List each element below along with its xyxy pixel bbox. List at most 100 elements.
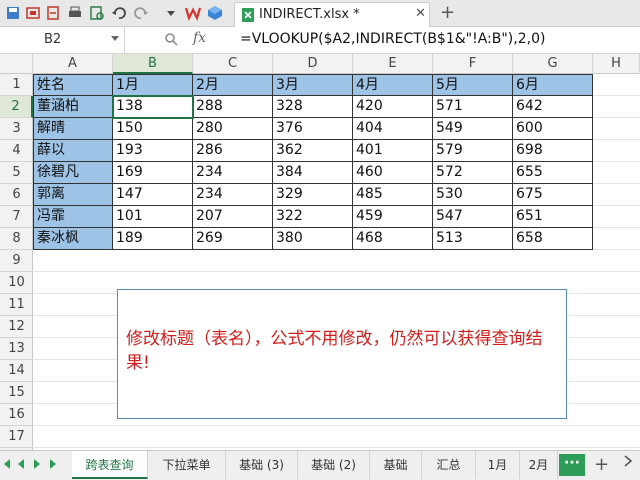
sheet-tab-basic-2[interactable]: 基础 (2) (298, 451, 370, 479)
column-header-h[interactable]: H (593, 54, 640, 74)
table-header-cell[interactable]: 3月 (273, 74, 353, 96)
row-header-2[interactable]: 2 (0, 96, 33, 118)
name-cell[interactable]: 郭离 (33, 184, 113, 206)
column-header-d[interactable]: D (273, 54, 353, 74)
table-header-cell[interactable]: 6月 (513, 74, 593, 96)
name-box[interactable]: B2 (0, 27, 125, 53)
column-header-b[interactable]: B (113, 54, 193, 74)
data-cell[interactable]: 380 (273, 228, 353, 250)
data-cell[interactable]: 468 (353, 228, 433, 250)
row-header-17[interactable]: 17 (0, 426, 33, 448)
column-header-a[interactable]: A (33, 54, 113, 74)
chevron-down-icon[interactable] (111, 36, 119, 41)
data-cell[interactable]: 530 (433, 184, 513, 206)
data-cell[interactable]: 420 (353, 96, 433, 118)
data-cell[interactable]: 513 (433, 228, 513, 250)
row-header-8[interactable]: 8 (0, 228, 33, 250)
sheet-tab-dropdown-menu[interactable]: 下拉菜单 (148, 451, 226, 479)
select-all-corner[interactable] (0, 54, 33, 74)
data-cell[interactable]: 286 (193, 140, 273, 162)
sheet-tab-basic[interactable]: 基础 (370, 451, 422, 479)
data-cell[interactable]: 655 (513, 162, 593, 184)
row-header-14[interactable]: 14 (0, 360, 33, 382)
data-cell[interactable]: 147 (113, 184, 193, 206)
data-cell[interactable]: 322 (273, 206, 353, 228)
data-cell[interactable]: 269 (193, 228, 273, 250)
column-header-f[interactable]: F (433, 54, 513, 74)
first-sheet-icon[interactable] (4, 459, 10, 469)
name-cell[interactable]: 徐碧凡 (33, 162, 113, 184)
row-header-11[interactable]: 11 (0, 294, 33, 316)
row-header-9[interactable]: 9 (0, 250, 33, 272)
fx-icon[interactable]: fx (193, 30, 206, 46)
data-cell[interactable]: 401 (353, 140, 433, 162)
data-cell[interactable]: 459 (353, 206, 433, 228)
preview-icon[interactable] (89, 5, 105, 21)
row-header-15[interactable]: 15 (0, 382, 33, 404)
sheet-tab-jan[interactable]: 1月 (476, 451, 520, 479)
data-cell[interactable]: 658 (513, 228, 593, 250)
table-header-cell[interactable]: 4月 (353, 74, 433, 96)
data-cell[interactable]: 571 (433, 96, 513, 118)
row-header-3[interactable]: 3 (0, 118, 33, 140)
new-tab-button[interactable]: + (440, 2, 455, 23)
close-icon[interactable]: ✕ (415, 6, 426, 21)
row-header-6[interactable]: 6 (0, 184, 33, 206)
data-cell[interactable]: 189 (113, 228, 193, 250)
next-sheet-icon[interactable] (34, 459, 40, 469)
sheet-tab-cross-lookup[interactable]: 跨表查询 (72, 451, 148, 479)
row-header-7[interactable]: 7 (0, 206, 33, 228)
row-header-1[interactable]: 1 (0, 74, 33, 96)
data-cell[interactable]: 280 (193, 118, 273, 140)
data-cell[interactable]: 600 (513, 118, 593, 140)
data-cell[interactable]: 572 (433, 162, 513, 184)
data-cell[interactable]: 485 (353, 184, 433, 206)
data-cell[interactable]: 150 (113, 118, 193, 140)
name-cell[interactable]: 解晴 (33, 118, 113, 140)
more-sheets-button[interactable]: ··· (559, 454, 585, 476)
row-header-16[interactable]: 16 (0, 404, 33, 426)
name-cell[interactable]: 冯霏 (33, 206, 113, 228)
column-header-g[interactable]: G (513, 54, 593, 74)
data-cell[interactable]: 207 (193, 206, 273, 228)
name-cell[interactable]: 薛以 (33, 140, 113, 162)
table-header-cell[interactable]: 姓名 (33, 74, 113, 96)
column-header-e[interactable]: E (353, 54, 433, 74)
prev-sheet-icon[interactable] (18, 459, 24, 469)
tab-document[interactable]: INDIRECT.xlsx * ✕ (234, 2, 430, 27)
annotation-textbox[interactable]: 修改标题（表名），公式不用修改，仍然可以获得查询结果! (117, 289, 567, 419)
row-header-5[interactable]: 5 (0, 162, 33, 184)
data-cell[interactable]: 698 (513, 140, 593, 162)
redo-icon[interactable] (133, 5, 149, 21)
last-sheet-icon[interactable] (50, 459, 56, 469)
row-header-12[interactable]: 12 (0, 316, 33, 338)
data-cell[interactable]: 675 (513, 184, 593, 206)
sheet-tab-feb[interactable]: 2月 (520, 451, 558, 479)
data-cell[interactable]: 193 (113, 140, 193, 162)
print-icon[interactable] (67, 5, 83, 21)
sheet-tab-summary[interactable]: 汇总 (422, 451, 476, 479)
data-cell[interactable]: 579 (433, 140, 513, 162)
row-header-13[interactable]: 13 (0, 338, 33, 360)
row-header-4[interactable]: 4 (0, 140, 33, 162)
name-cell[interactable]: 秦冰枫 (33, 228, 113, 250)
data-cell[interactable]: 169 (113, 162, 193, 184)
data-cell[interactable]: 101 (113, 206, 193, 228)
print-preview-icon[interactable] (25, 5, 41, 21)
scroll-right-icon[interactable] (622, 454, 634, 468)
data-cell[interactable]: 460 (353, 162, 433, 184)
row-header-10[interactable]: 10 (0, 272, 33, 294)
data-cell[interactable]: 549 (433, 118, 513, 140)
cube-icon[interactable] (207, 5, 223, 21)
data-cell[interactable]: 234 (193, 184, 273, 206)
sheet-tab-basic-3[interactable]: 基础 (3) (226, 451, 298, 479)
data-cell[interactable]: 651 (513, 206, 593, 228)
save-icon[interactable] (5, 5, 21, 21)
data-cell[interactable]: 234 (193, 162, 273, 184)
undo-icon[interactable] (111, 5, 127, 21)
data-cell[interactable]: 362 (273, 140, 353, 162)
table-header-cell[interactable]: 2月 (193, 74, 273, 96)
data-cell[interactable]: 404 (353, 118, 433, 140)
name-cell[interactable]: 董涵柏 (33, 96, 113, 118)
data-cell[interactable]: 376 (273, 118, 353, 140)
